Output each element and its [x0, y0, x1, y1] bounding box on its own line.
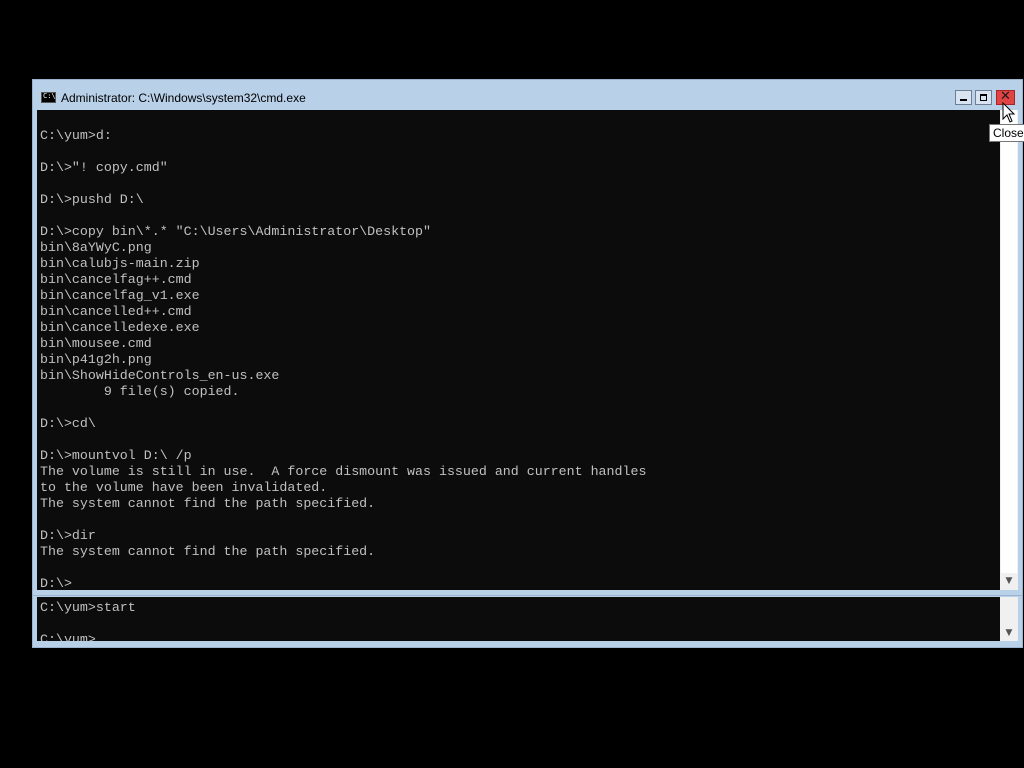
cmd-icon-glyph: C:\	[43, 92, 56, 100]
maximize-button[interactable]	[975, 90, 992, 105]
background-console-output: C:\yum>start C:\yum>	[40, 600, 136, 641]
background-vertical-scrollbar[interactable]: ▼	[1000, 597, 1018, 641]
close-tooltip: Close	[989, 124, 1024, 142]
scroll-down-arrow-icon[interactable]: ▼	[1000, 573, 1018, 589]
window-title: Administrator: C:\Windows\system32\cmd.e…	[61, 91, 306, 105]
background-console-window[interactable]: C:\yum>start C:\yum> ▼	[32, 590, 1023, 648]
cmd-icon: C:\	[41, 92, 56, 103]
background-console-area[interactable]: C:\yum>start C:\yum>	[37, 597, 1000, 641]
console-output: C:\yum>d: D:\>"! copy.cmd" D:\>pushd D:\…	[40, 128, 647, 590]
desktop: C:\yum>start C:\yum> ▼ C:\ Administrator…	[0, 0, 1024, 768]
vertical-scrollbar[interactable]: ▼	[1000, 110, 1018, 590]
cmd-window[interactable]: C:\ Administrator: C:\Windows\system32\c…	[32, 79, 1023, 596]
minimize-button[interactable]	[955, 90, 972, 105]
console-area[interactable]: C:\yum>d: D:\>"! copy.cmd" D:\>pushd D:\…	[37, 110, 1000, 590]
scroll-down-arrow-icon[interactable]: ▼	[1000, 625, 1018, 641]
scroll-thumb[interactable]	[1001, 110, 1017, 573]
mouse-cursor-icon	[1002, 102, 1016, 123]
title-bar[interactable]: C:\ Administrator: C:\Windows\system32\c…	[33, 80, 1022, 110]
